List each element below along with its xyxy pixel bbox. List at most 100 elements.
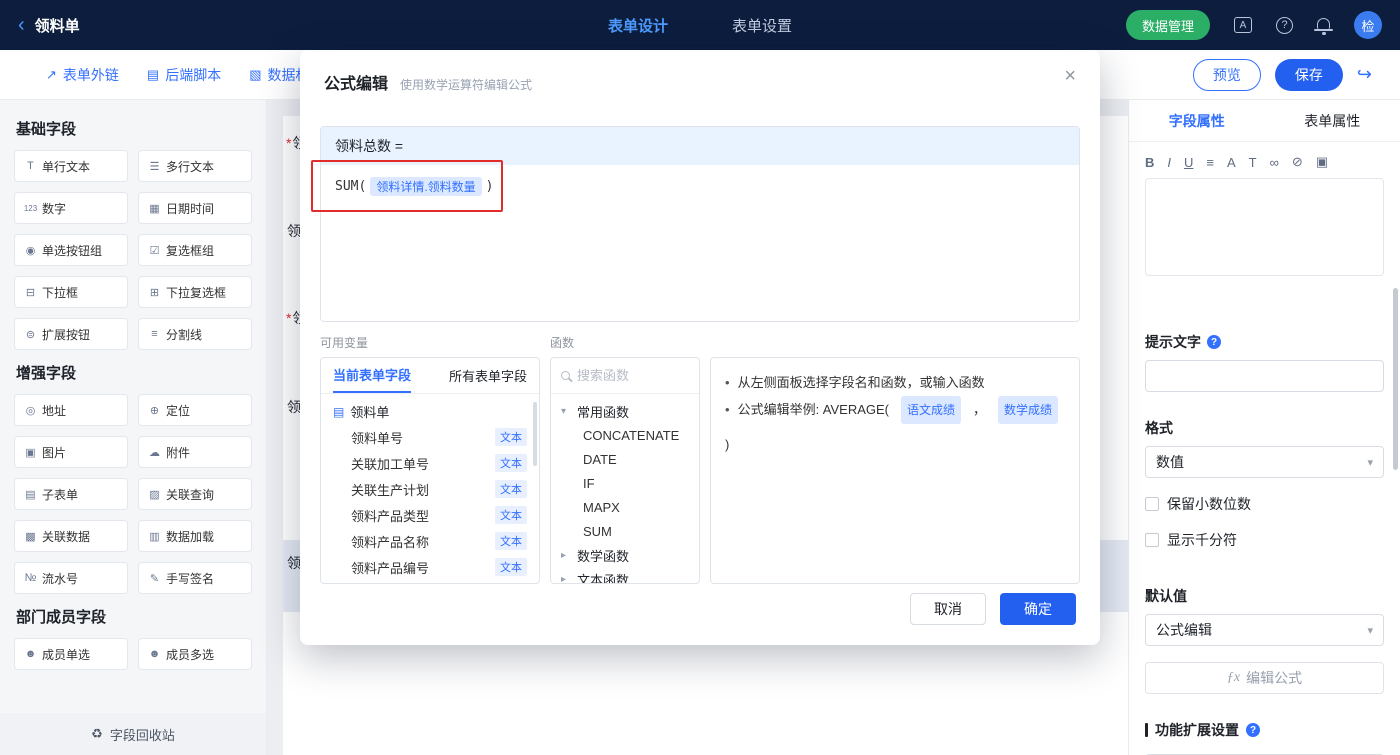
search-input[interactable] bbox=[577, 368, 689, 383]
field-type-label: 手写签名 bbox=[166, 571, 215, 586]
edit-formula-button[interactable]: ƒx 编辑公式 bbox=[1145, 662, 1384, 694]
bold-icon[interactable]: B bbox=[1145, 155, 1154, 170]
link-backend-script[interactable]: ▤ 后端脚本 bbox=[147, 65, 221, 85]
field-type-extend-button[interactable]: ⊜ 扩展按钮 bbox=[14, 318, 128, 350]
example-chip: 数学成绩 bbox=[998, 396, 1059, 424]
function-item[interactable]: CONCATENATE bbox=[561, 423, 689, 447]
field-type-subform[interactable]: ▤ 子表单 bbox=[14, 478, 128, 510]
page-scrollbar[interactable] bbox=[1393, 288, 1398, 470]
variable-item[interactable]: 领料产品名称 文本 bbox=[321, 528, 539, 554]
data-manage-button[interactable]: 数据管理 bbox=[1125, 10, 1210, 40]
insert-image-icon[interactable]: ▣ bbox=[1316, 154, 1328, 170]
field-type-single-text[interactable]: T 单行文本 bbox=[14, 150, 128, 182]
formula-suffix: ) bbox=[485, 179, 494, 194]
field-type-image[interactable]: ▣ 图片 bbox=[14, 436, 128, 468]
hint-help-icon[interactable]: ? bbox=[1207, 335, 1221, 349]
link-form-external[interactable]: ↗ 表单外链 bbox=[46, 65, 119, 85]
formula-target: 领料总数 = bbox=[321, 127, 1079, 165]
preview-button[interactable]: 预览 bbox=[1192, 58, 1261, 91]
field-type-member-single[interactable]: ☻ 成员单选 bbox=[14, 638, 128, 670]
hint-text-input[interactable] bbox=[1145, 360, 1384, 392]
field-type-data-load[interactable]: ▥ 数据加载 bbox=[138, 520, 252, 552]
group-text-functions[interactable]: ▸ 文本函数 bbox=[561, 567, 689, 584]
field-type-signature[interactable]: ✎ 手写签名 bbox=[138, 562, 252, 594]
field-type-location[interactable]: ⊕ 定位 bbox=[138, 394, 252, 426]
checkbox-icon: ☑ bbox=[149, 244, 160, 257]
function-item[interactable]: DATE bbox=[561, 447, 689, 471]
checkbox-thousand[interactable]: 显示千分符 bbox=[1145, 530, 1384, 550]
avatar[interactable]: 检 bbox=[1354, 11, 1382, 39]
default-value-select[interactable]: 公式编辑 ▾ bbox=[1145, 614, 1384, 646]
function-item[interactable]: IF bbox=[561, 471, 689, 495]
field-type-related-query[interactable]: ▨ 关联查询 bbox=[138, 478, 252, 510]
function-search[interactable] bbox=[551, 358, 699, 394]
checkbox-decimal[interactable]: 保留小数位数 bbox=[1145, 494, 1384, 514]
tab-current-form-fields[interactable]: 当前表单字段 bbox=[333, 358, 412, 393]
function-item[interactable]: MAPX bbox=[561, 495, 689, 519]
field-type-number[interactable]: 123 数字 bbox=[14, 192, 128, 224]
field-type-related-data[interactable]: ▩ 关联数据 bbox=[14, 520, 128, 552]
canvas-field-label: 领 bbox=[286, 553, 301, 573]
page-title: 领料单 bbox=[34, 17, 80, 35]
canvas-field-label[interactable]: 领 bbox=[286, 221, 301, 241]
font-color-icon[interactable]: A bbox=[1227, 155, 1236, 170]
link-icon[interactable]: ∞ bbox=[1270, 155, 1279, 170]
back-icon[interactable]: ‹ bbox=[18, 15, 25, 35]
font-size-icon[interactable]: T bbox=[1249, 155, 1257, 170]
unlink-icon[interactable]: ⊘ bbox=[1292, 154, 1303, 170]
extension-help-icon[interactable]: ? bbox=[1246, 723, 1260, 737]
chevron-down-icon: ▾ bbox=[561, 405, 567, 417]
variables-scrollbar[interactable] bbox=[533, 402, 537, 466]
tab-form-settings[interactable]: 表单设置 bbox=[732, 15, 792, 36]
bell-icon[interactable] bbox=[1314, 18, 1333, 35]
field-type-radio-group[interactable]: ◉ 单选按钮组 bbox=[14, 234, 128, 266]
field-type-checkbox-group[interactable]: ☑ 复选框组 bbox=[138, 234, 252, 266]
variable-item[interactable]: 领料单号 文本 bbox=[321, 424, 539, 450]
formula-editor[interactable]: 领料总数 = SUM( 领料详情.领料数量 ) bbox=[320, 126, 1080, 322]
save-button[interactable]: 保存 bbox=[1274, 58, 1343, 91]
section-title-enhanced: 增强字段 bbox=[16, 365, 77, 382]
top-bar: ‹ 领料单 表单设计 表单设置 数据管理 A ? 检 bbox=[0, 0, 1400, 50]
canvas-field-label[interactable]: 领 bbox=[286, 397, 301, 417]
align-icon[interactable]: ≡ bbox=[1206, 155, 1214, 170]
field-type-member-multi[interactable]: ☻ 成员多选 bbox=[138, 638, 252, 670]
group-math-functions[interactable]: ▸ 数学函数 bbox=[561, 543, 689, 567]
formula-expression[interactable]: SUM( 领料详情.领料数量 ) bbox=[321, 165, 1079, 208]
field-type-datetime[interactable]: ▦ 日期时间 bbox=[138, 192, 252, 224]
tab-field-properties[interactable]: 字段属性 bbox=[1129, 100, 1265, 141]
function-item[interactable]: SUM bbox=[561, 519, 689, 543]
share-icon[interactable]: ↪ bbox=[1357, 64, 1372, 85]
field-type-multi-text[interactable]: ☰ 多行文本 bbox=[138, 150, 252, 182]
fx-icon: ƒx bbox=[1226, 670, 1241, 685]
variable-item[interactable]: 领料产品编号 文本 bbox=[321, 554, 539, 580]
field-label-editor[interactable] bbox=[1145, 178, 1384, 276]
field-type-dropdown[interactable]: ⊟ 下拉框 bbox=[14, 276, 128, 308]
field-type-divider[interactable]: ≡ 分割线 bbox=[138, 318, 252, 350]
cancel-button[interactable]: 取消 bbox=[910, 593, 986, 625]
underline-icon[interactable]: U bbox=[1184, 155, 1193, 170]
field-type-attachment[interactable]: ☁ 附件 bbox=[138, 436, 252, 468]
field-chip[interactable]: 领料详情.领料数量 bbox=[370, 177, 482, 196]
language-icon[interactable]: A bbox=[1234, 17, 1252, 33]
field-type-dropdown-multi[interactable]: ⊞ 下拉复选框 bbox=[138, 276, 252, 308]
tab-all-form-fields[interactable]: 所有表单字段 bbox=[449, 358, 527, 393]
confirm-button[interactable]: 确定 bbox=[1000, 593, 1076, 625]
field-recycle-bin[interactable]: ♻ 字段回收站 bbox=[0, 713, 266, 755]
group-common-functions[interactable]: ▾ 常用函数 bbox=[561, 399, 689, 423]
variable-item[interactable]: 关联加工单号 文本 bbox=[321, 450, 539, 476]
field-type-serial-number[interactable]: № 流水号 bbox=[14, 562, 128, 594]
field-type-address[interactable]: ◎ 地址 bbox=[14, 394, 128, 426]
close-icon[interactable]: × bbox=[1064, 66, 1076, 86]
help-icon[interactable]: ? bbox=[1276, 16, 1293, 34]
variable-item[interactable]: 关联生产计划 文本 bbox=[321, 476, 539, 502]
tab-form-properties[interactable]: 表单属性 bbox=[1265, 100, 1400, 141]
button-label: 编辑公式 bbox=[1246, 670, 1303, 686]
tab-form-design[interactable]: 表单设计 bbox=[608, 15, 668, 36]
radio-icon: ◉ bbox=[25, 244, 36, 257]
variables-root[interactable]: ▤ 领料单 bbox=[321, 394, 539, 424]
italic-icon[interactable]: I bbox=[1167, 155, 1171, 170]
variable-item[interactable]: 领料产品类型 文本 bbox=[321, 502, 539, 528]
field-type-label: 单行文本 bbox=[42, 159, 91, 174]
type-tag: 文本 bbox=[495, 454, 527, 472]
format-select[interactable]: 数值 ▾ bbox=[1145, 446, 1384, 478]
